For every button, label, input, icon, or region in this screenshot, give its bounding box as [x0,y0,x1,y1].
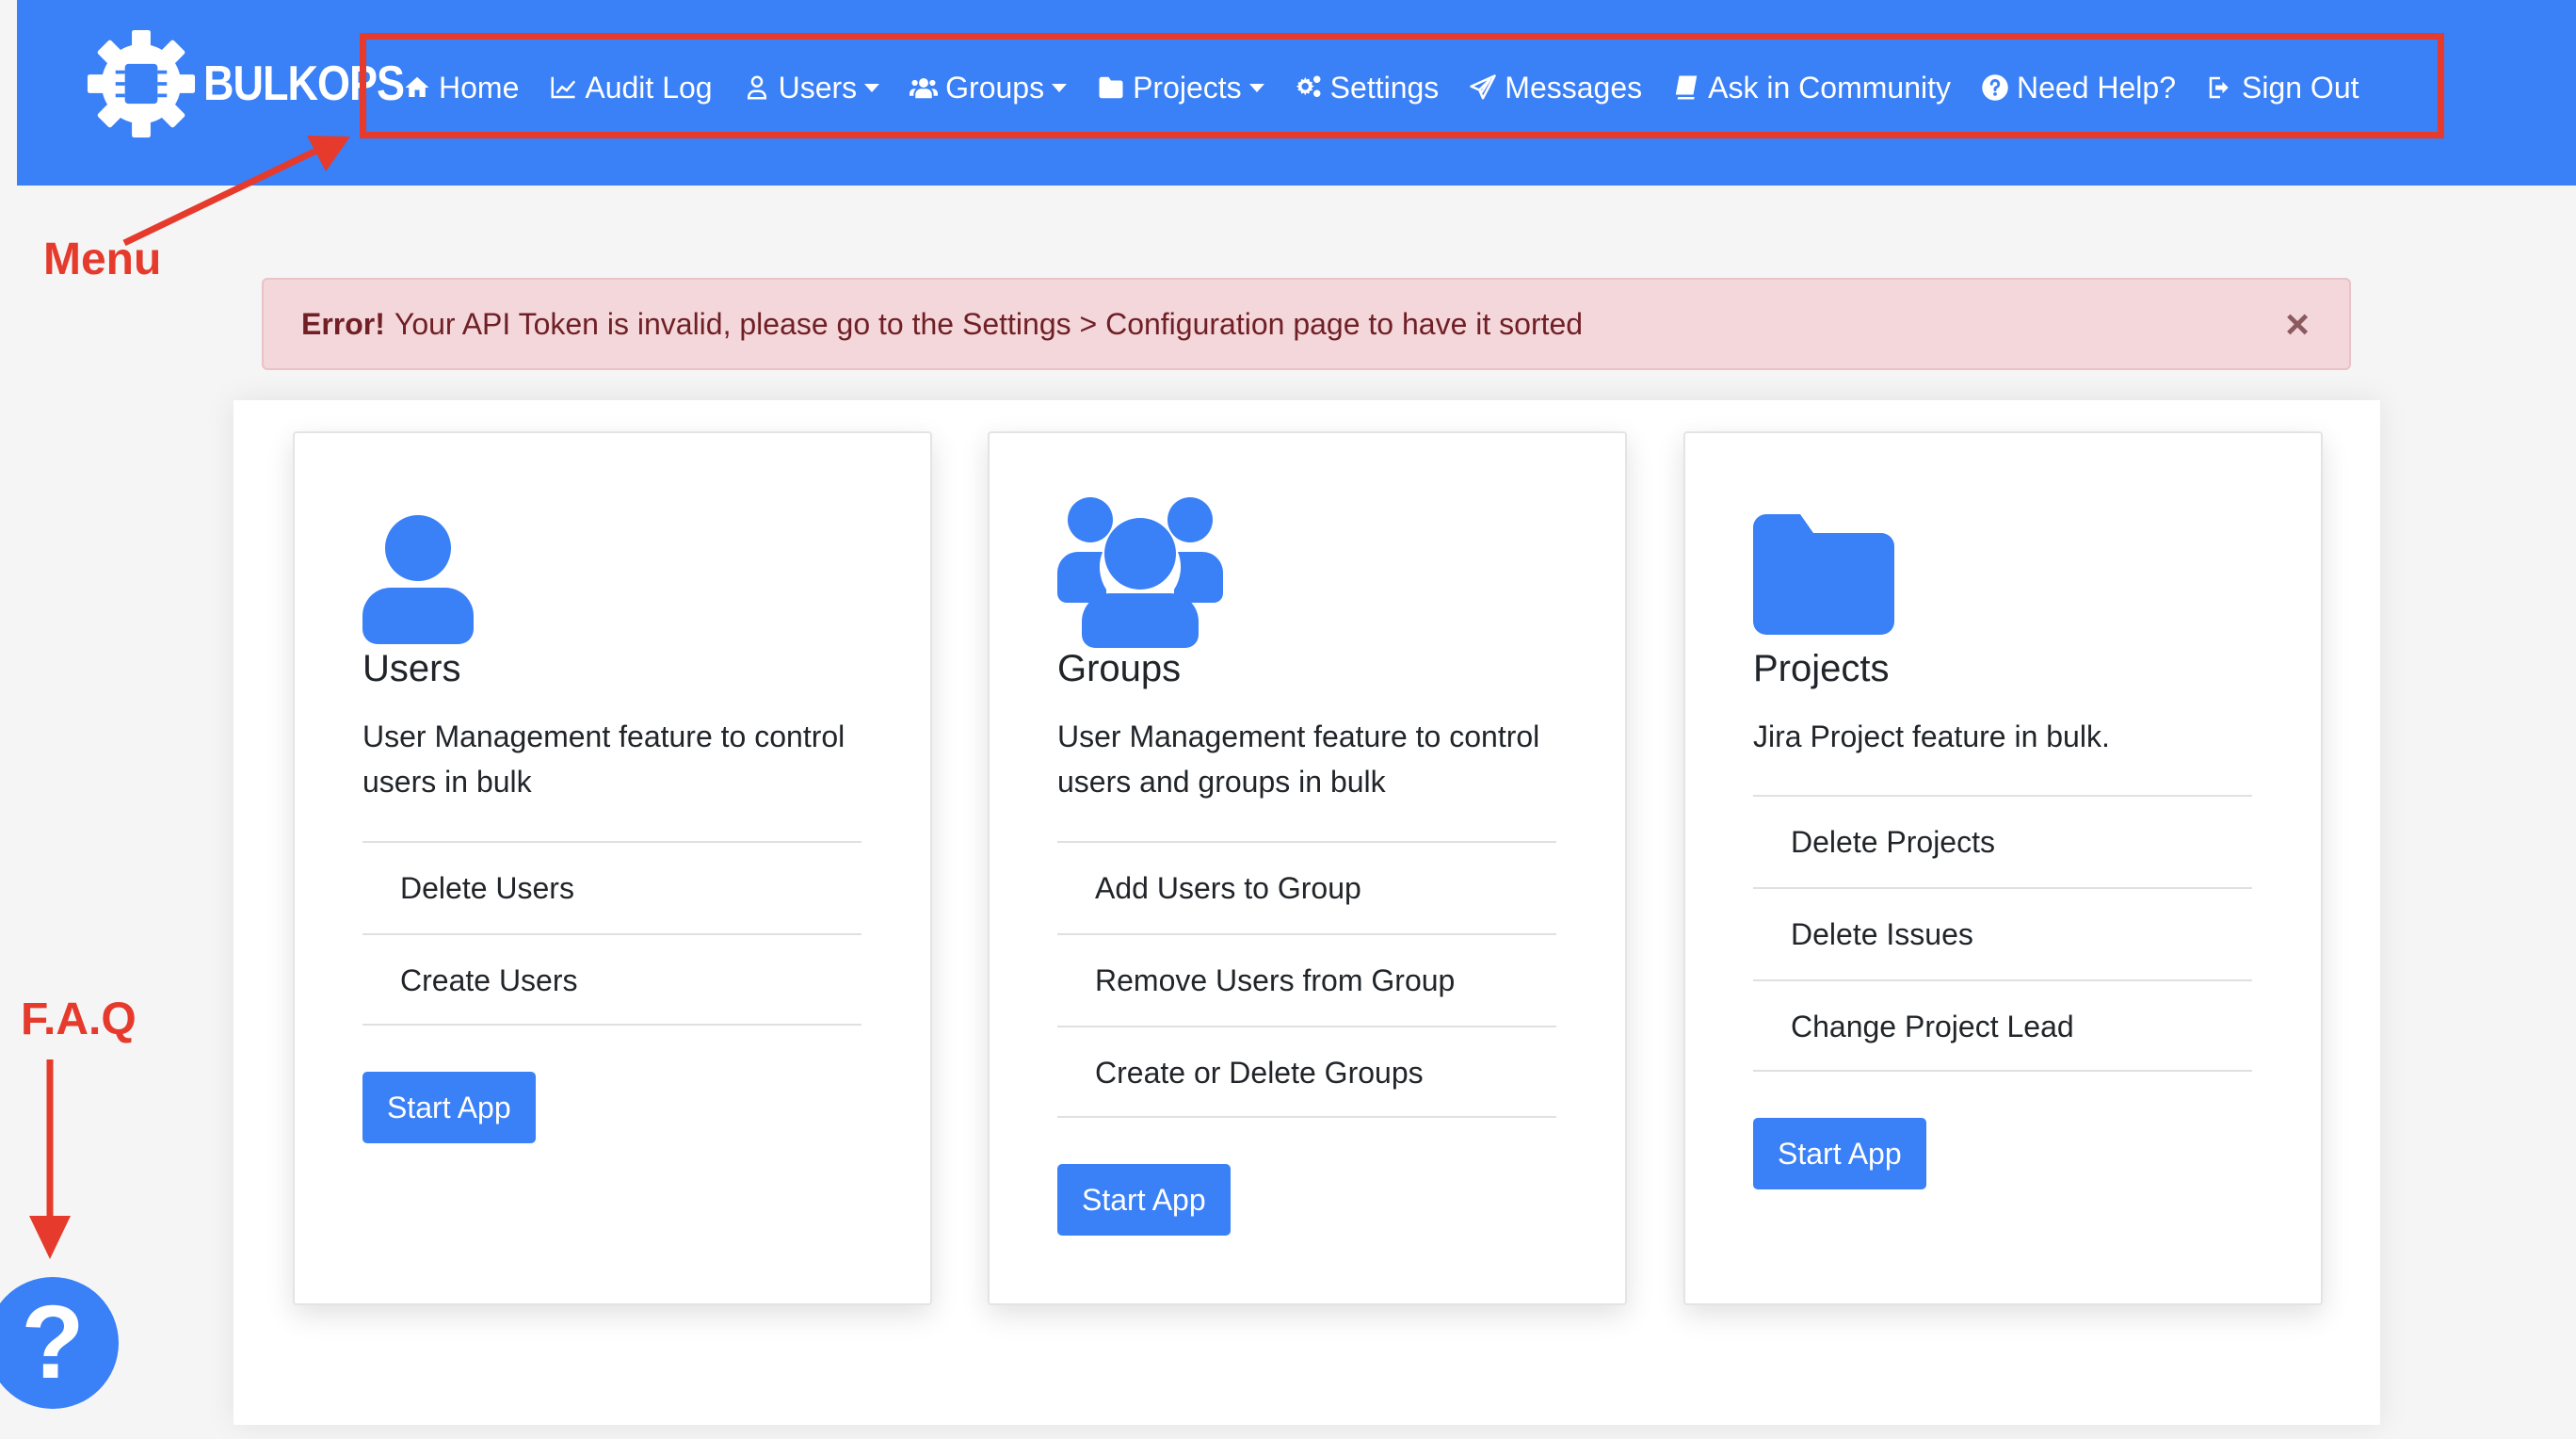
faq-annotation-label: F.A.Q [21,994,137,1044]
question-mark-icon: ? [21,1285,85,1400]
start-app-button[interactable]: Start App [1057,1164,1231,1236]
card-title: Projects [1753,648,1890,689]
users-icon [1057,497,1223,648]
gear-chip-logo-icon [87,29,196,138]
faq-help-button[interactable]: ? [0,1277,119,1409]
start-app-button[interactable]: Start App [1753,1118,1926,1189]
card-groups: Groups User Management feature to contro… [988,431,1627,1305]
list-item: Add Users to Group [1057,841,1556,933]
card-users: Users User Management feature to control… [293,431,932,1305]
alert-message: Your API Token is invalid, please go to … [394,306,1584,341]
card-title: Groups [1057,648,1182,689]
list-item: Delete Issues [1753,887,2252,979]
list-item: Create or Delete Groups [1057,1026,1556,1118]
list-item: Delete Projects [1753,795,2252,887]
error-alert: Error! Your API Token is invalid, please… [262,278,2351,370]
faq-arrow-icon [29,1059,71,1259]
feature-list: Delete Projects Delete Issues Change Pro… [1753,795,2252,1072]
feature-list: Delete Users Create Users [362,841,861,1026]
feature-list: Add Users to Group Remove Users from Gro… [1057,841,1556,1118]
list-item: Remove Users from Group [1057,933,1556,1026]
list-item: Create Users [362,933,861,1026]
alert-title: Error! [301,306,385,341]
card-description: User Management feature to control users… [1057,720,1540,799]
start-app-button[interactable]: Start App [362,1072,536,1143]
menu-annotation-label: Menu [43,234,162,284]
card-description: User Management feature to control users… [362,720,845,799]
list-item: Delete Users [362,841,861,933]
card-projects: Projects Jira Project feature in bulk. D… [1683,431,2323,1305]
menu-highlight-box [360,33,2444,138]
close-icon[interactable]: × [2285,304,2310,346]
list-item: Change Project Lead [1753,979,2252,1072]
card-description: Jira Project feature in bulk. [1753,720,2110,753]
card-title: Users [362,648,461,689]
brand-logo[interactable]: BULKOPS [83,28,405,139]
folder-icon [1753,514,1894,635]
user-icon [362,515,474,644]
